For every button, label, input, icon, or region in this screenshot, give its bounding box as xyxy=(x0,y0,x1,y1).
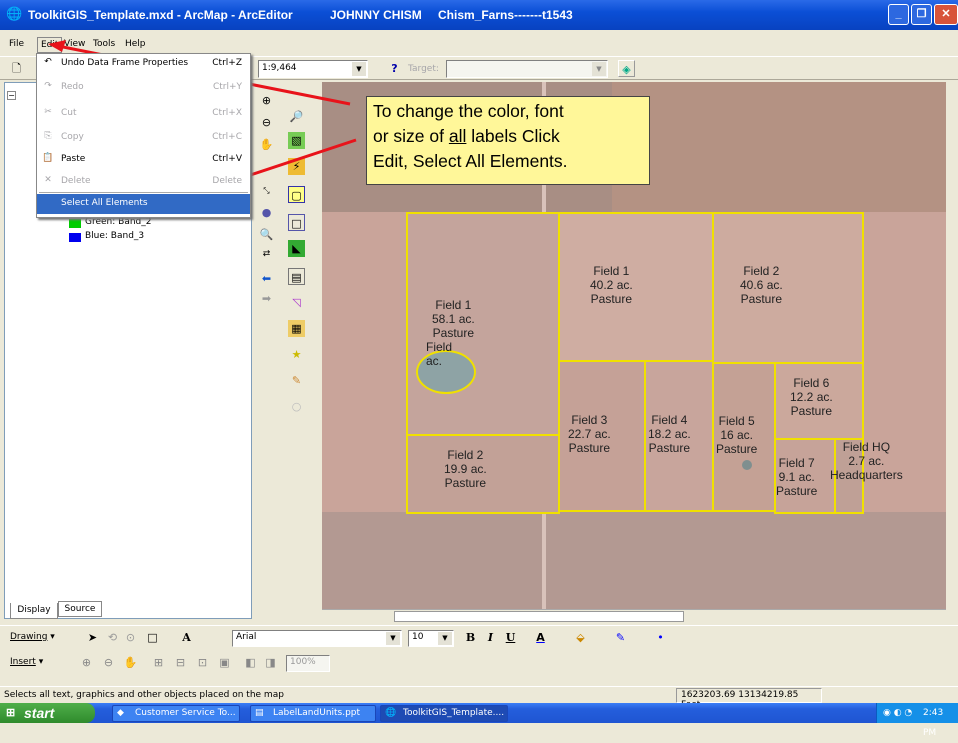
chevron-down-icon[interactable]: ▼ xyxy=(438,632,452,645)
text-tool-icon[interactable]: A xyxy=(178,629,195,646)
task-toolkitgis[interactable]: 🌐 ToolkitGIS_Template.... xyxy=(380,705,508,722)
menu-item-cut[interactable]: ✂ Cut Ctrl+X xyxy=(37,104,250,124)
status-message: Selects all text, graphics and other obj… xyxy=(4,690,284,700)
windows-logo-icon: ⊞ xyxy=(6,707,16,719)
font-color-icon[interactable]: A xyxy=(532,629,549,646)
edit-dropdown-menu: ↶ Undo Data Frame Properties Ctrl+Z ↷ Redo C… xyxy=(36,53,251,218)
fixed-zoom-out-layout-icon[interactable]: ⊟ xyxy=(172,654,189,671)
taskbar: ⊞ start ◆ Customer Service To... ▤ LabelLan… xyxy=(0,703,958,738)
coordinates-display: 1623203.69 13134219.85 Feet xyxy=(676,688,822,710)
pan-layout-icon[interactable]: ✋ xyxy=(122,654,139,671)
actual-size-icon[interactable]: ▣ xyxy=(216,654,233,671)
insert-menu[interactable]: Insert ▾ xyxy=(10,657,43,667)
marker-color-icon[interactable]: • xyxy=(652,629,669,646)
system-tray: ◉ ◐ ◔ 2:43 PM xyxy=(876,703,958,738)
arcmap-icon: 🌐 xyxy=(385,708,397,718)
rotate-icon[interactable]: ⟲ xyxy=(104,629,121,646)
menu-item-delete[interactable]: ✕ Delete Delete xyxy=(37,172,250,192)
powerpoint-icon: ▤ xyxy=(255,708,264,718)
paste-icon: 📋 xyxy=(42,153,54,163)
zoom-percent-combobox[interactable]: 100% xyxy=(286,655,330,672)
task-customer-service[interactable]: ◆ Customer Service To... xyxy=(112,705,240,722)
arrowhead-edit xyxy=(48,40,66,52)
bold-button[interactable]: B xyxy=(462,629,479,646)
whole-page-icon[interactable]: ⊡ xyxy=(194,654,211,671)
previous-extent-icon[interactable]: ◧ xyxy=(242,654,259,671)
cut-icon: ✂ xyxy=(44,107,52,117)
select-elements-icon[interactable]: ➤ xyxy=(84,629,101,646)
draw-toolbar: Drawing ▾ ➤ ⟲ ⊙ □ A Arial ▼ 10 ▼ B I U A ⬙… xyxy=(0,625,958,649)
status-bar: Selects all text, graphics and other obj… xyxy=(0,686,958,710)
tray-icons[interactable]: ◉ ◐ ◔ xyxy=(883,703,912,723)
next-extent-icon[interactable]: ◨ xyxy=(262,654,279,671)
redo-icon: ↷ xyxy=(44,81,52,91)
undo-icon: ↶ xyxy=(44,57,52,67)
menu-item-paste[interactable]: 📋 Paste Ctrl+V xyxy=(37,150,250,170)
delete-icon: ✕ xyxy=(44,175,52,185)
clock: 2:43 PM xyxy=(923,708,944,738)
menu-item-select-all-elements[interactable]: Select All Elements xyxy=(37,194,250,214)
rectangle-icon[interactable]: □ xyxy=(144,629,161,646)
font-size-combobox[interactable]: 10 ▼ xyxy=(408,630,454,647)
fixed-zoom-layout-icon[interactable]: ⊞ xyxy=(150,654,167,671)
menu-item-redo[interactable]: ↷ Redo Ctrl+Y xyxy=(37,78,250,98)
start-button[interactable]: ⊞ start xyxy=(0,703,95,723)
task-label-land-units[interactable]: ▤ LabelLandUnits.ppt xyxy=(250,705,376,722)
font-combobox[interactable]: Arial ▼ xyxy=(232,630,402,647)
insert-toolbar: Insert ▾ ⊕ ⊖ ✋ ⊞ ⊟ ⊡ ▣ ◧ ◨ 100% xyxy=(0,651,958,675)
copy-icon: ⎘ xyxy=(44,131,52,141)
underline-button[interactable]: U xyxy=(502,629,519,646)
zoom-out-layout-icon[interactable]: ⊖ xyxy=(100,654,117,671)
menu-item-copy[interactable]: ⎘ Copy Ctrl+C xyxy=(37,128,250,148)
zoom-in-layout-icon[interactable]: ⊕ xyxy=(78,654,95,671)
zoom-whole-page-icon[interactable]: ⊙ xyxy=(122,629,139,646)
menu-item-undo[interactable]: ↶ Undo Data Frame Properties Ctrl+Z xyxy=(37,54,250,74)
app-icon: ◆ xyxy=(117,708,124,718)
menu-separator xyxy=(39,192,248,193)
fill-color-icon[interactable]: ⬙ xyxy=(572,629,589,646)
line-color-icon[interactable]: ✎ xyxy=(612,629,629,646)
chevron-down-icon[interactable]: ▼ xyxy=(386,632,400,645)
italic-button[interactable]: I xyxy=(482,629,499,646)
drawing-menu[interactable]: Drawing ▾ xyxy=(10,632,55,642)
